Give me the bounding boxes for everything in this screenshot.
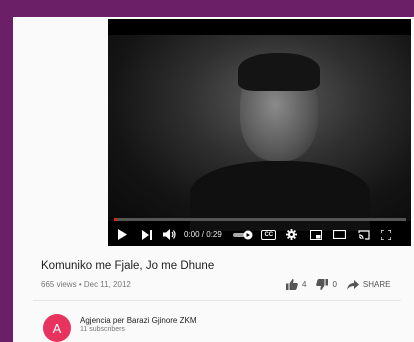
video-title: Komuniko me Fjale, Jo me Dhune	[41, 260, 215, 272]
cast-icon	[358, 229, 370, 240]
fullscreen-icon	[380, 229, 391, 240]
thumbs-down-icon	[316, 279, 329, 290]
channel-name[interactable]: Agjencia per Barazi Gjinore ZKM	[80, 316, 197, 325]
captions-button[interactable]: CC	[258, 225, 280, 245]
theater-button[interactable]	[328, 225, 352, 245]
settings-button[interactable]	[280, 225, 304, 245]
thumbs-up-icon	[286, 279, 298, 290]
volume-button[interactable]	[158, 225, 180, 245]
video-actions: 4 0 SHARE	[286, 279, 390, 290]
video-person-hair	[238, 53, 320, 91]
dislike-count: 0	[332, 280, 337, 289]
meta-separator: •	[78, 280, 82, 289]
channel-avatar[interactable]: A	[43, 314, 71, 342]
share-label: SHARE	[362, 280, 391, 289]
play-button[interactable]	[108, 225, 136, 245]
share-button[interactable]: SHARE	[346, 279, 391, 290]
time-display: 0:00 / 0:29	[184, 230, 222, 239]
progress-fill	[114, 218, 117, 221]
like-count: 4	[302, 280, 307, 289]
cast-button[interactable]	[352, 225, 376, 245]
next-button[interactable]	[136, 225, 158, 245]
volume-icon	[162, 229, 176, 240]
gear-icon	[286, 229, 298, 240]
video-frame[interactable]	[108, 35, 411, 231]
autoplay-toggle[interactable]	[228, 225, 258, 245]
autoplay-toggle-icon	[232, 230, 253, 239]
fullscreen-button[interactable]	[376, 225, 396, 245]
upload-date: Dec 11, 2012	[83, 280, 131, 289]
next-icon	[142, 229, 152, 240]
player-controls: 0:00 / 0:29 CC	[108, 223, 411, 246]
like-button[interactable]: 4	[286, 279, 306, 290]
theater-mode-icon	[333, 230, 347, 239]
miniplayer-icon	[309, 229, 322, 240]
dislike-button[interactable]: 0	[316, 279, 337, 290]
play-icon	[118, 229, 127, 240]
video-meta: 665 views • Dec 11, 2012	[41, 280, 131, 289]
divider	[33, 300, 401, 301]
share-icon	[346, 279, 359, 290]
captions-icon: CC	[261, 229, 277, 240]
progress-bar[interactable]	[114, 218, 406, 221]
video-player[interactable]: 0:00 / 0:29 CC	[108, 19, 411, 246]
view-count: 665 views	[41, 280, 77, 289]
miniplayer-button[interactable]	[304, 225, 328, 245]
avatar-letter: A	[52, 320, 62, 336]
subscriber-count: 11 subscribers	[80, 326, 126, 333]
